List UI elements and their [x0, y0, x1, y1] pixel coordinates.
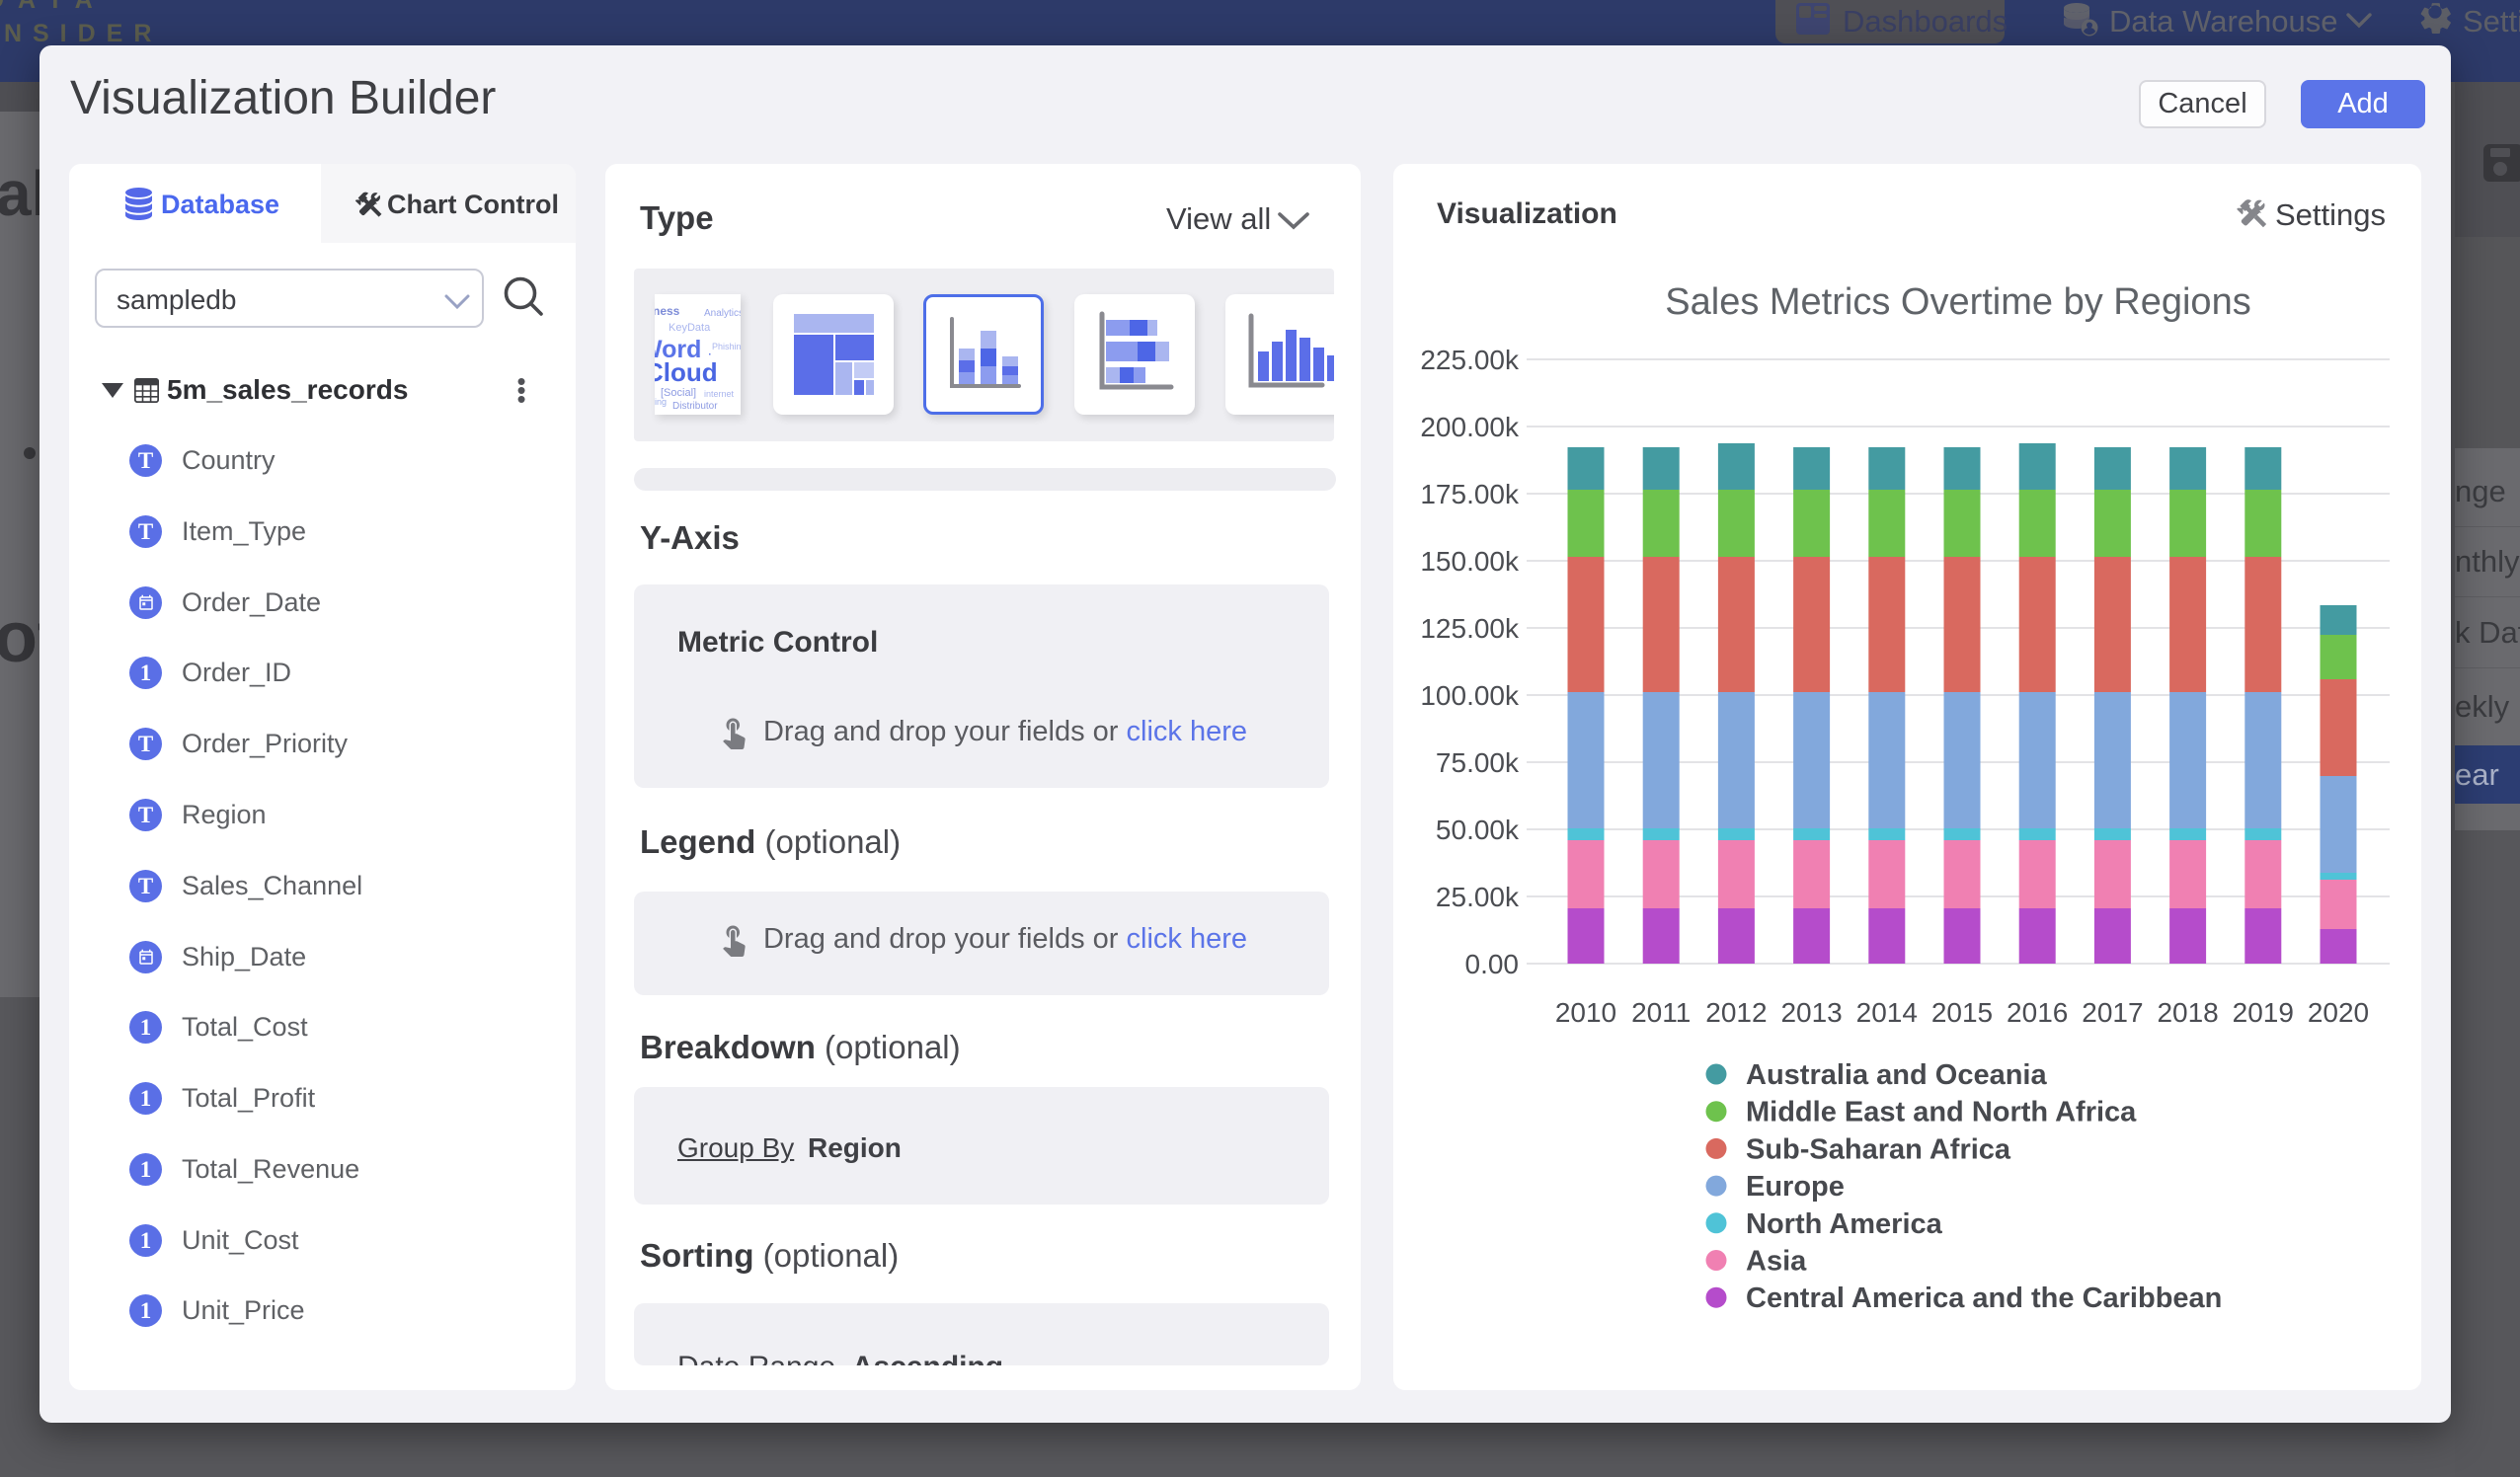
- svg-text:2011: 2011: [1631, 997, 1691, 1028]
- svg-text:Australia and Oceania: Australia and Oceania: [1746, 1059, 2047, 1091]
- svg-text:125.00k: 125.00k: [1420, 613, 1520, 644]
- svg-text:50.00k: 50.00k: [1436, 815, 1520, 845]
- svg-text:2012: 2012: [1705, 997, 1767, 1028]
- svg-text:25.00k: 25.00k: [1436, 882, 1520, 912]
- svg-text:Sales Metrics Overtime by Regi: Sales Metrics Overtime by Regions: [1665, 281, 2250, 323]
- svg-text:2018: 2018: [2157, 997, 2218, 1028]
- svg-text:175.00k: 175.00k: [1420, 479, 1520, 509]
- svg-text:0.00: 0.00: [1465, 949, 1520, 979]
- svg-text:2020: 2020: [2308, 997, 2369, 1028]
- svg-text:200.00k: 200.00k: [1420, 412, 1520, 442]
- svg-text:75.00k: 75.00k: [1436, 747, 1520, 778]
- svg-text:Sub-Saharan Africa: Sub-Saharan Africa: [1746, 1133, 2011, 1165]
- svg-text:Europe: Europe: [1746, 1171, 1845, 1203]
- svg-text:2014: 2014: [1856, 997, 1918, 1028]
- svg-text:North America: North America: [1746, 1208, 1943, 1240]
- svg-text:Central America and the Caribb: Central America and the Caribbean: [1746, 1283, 2222, 1314]
- svg-text:225.00k: 225.00k: [1420, 345, 1520, 375]
- svg-text:2013: 2013: [1780, 997, 1842, 1028]
- svg-text:Middle East and North Africa: Middle East and North Africa: [1746, 1097, 2137, 1128]
- svg-text:2010: 2010: [1555, 997, 1616, 1028]
- svg-text:2017: 2017: [2082, 997, 2143, 1028]
- svg-text:2016: 2016: [2007, 997, 2068, 1028]
- svg-text:Asia: Asia: [1746, 1246, 1807, 1278]
- svg-text:2015: 2015: [1931, 997, 1993, 1028]
- svg-text:150.00k: 150.00k: [1420, 546, 1520, 577]
- svg-text:100.00k: 100.00k: [1420, 680, 1520, 711]
- svg-text:2019: 2019: [2233, 997, 2294, 1028]
